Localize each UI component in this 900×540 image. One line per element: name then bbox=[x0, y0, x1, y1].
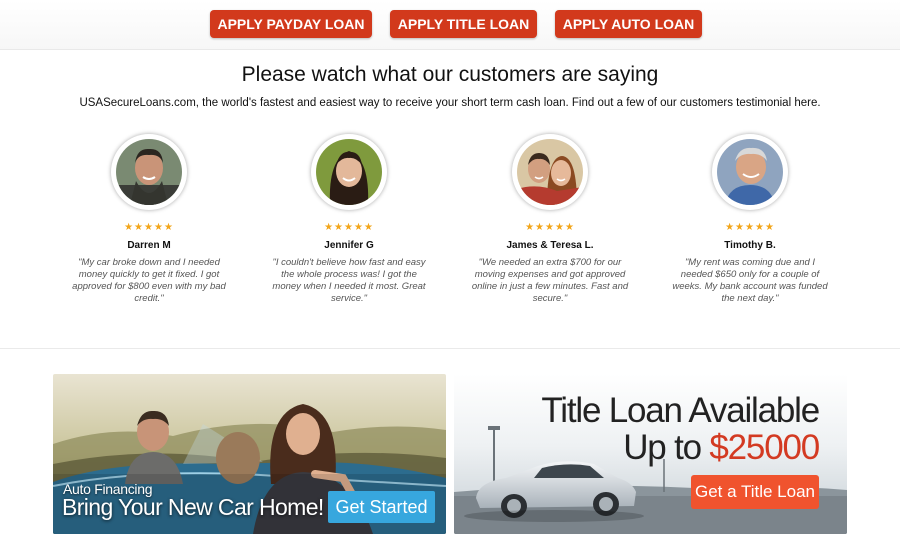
customer-name: Timothy B. bbox=[724, 240, 776, 251]
testimonial-card: ★★★★★ Darren M "My car broke down and I … bbox=[64, 134, 234, 305]
rating-stars: ★★★★★ bbox=[124, 222, 174, 233]
section-divider bbox=[0, 348, 900, 349]
customer-quote: "My rent was coming due and I needed $65… bbox=[672, 257, 828, 304]
title-loan-banner[interactable]: Title Loan Available Up to $25000 Get a … bbox=[454, 374, 847, 534]
title-loan-headline: Title Loan Available bbox=[541, 391, 820, 430]
auto-financing-headline: Bring Your New Car Home! bbox=[62, 494, 324, 520]
rating-stars: ★★★★★ bbox=[525, 222, 575, 233]
apply-title-loan-button[interactable]: APPLY TITLE LOAN bbox=[390, 10, 537, 38]
avatar-frame bbox=[311, 134, 387, 210]
get-title-loan-button[interactable]: Get a Title Loan bbox=[691, 475, 819, 509]
avatar-frame bbox=[512, 134, 588, 210]
top-action-bar: APPLY PAYDAY LOAN APPLY TITLE LOAN APPLY… bbox=[0, 0, 900, 50]
apply-auto-loan-button[interactable]: APPLY AUTO LOAN bbox=[555, 10, 702, 38]
avatar bbox=[517, 139, 583, 205]
testimonial-card: ★★★★★ Timothy B. "My rent was coming due… bbox=[665, 134, 835, 305]
auto-financing-banner[interactable]: Auto Financing Bring Your New Car Home! … bbox=[53, 374, 446, 534]
avatar bbox=[717, 139, 783, 205]
customer-name: Jennifer G bbox=[324, 240, 374, 251]
avatar bbox=[316, 139, 382, 205]
customer-quote: "My car broke down and I needed money qu… bbox=[72, 257, 226, 304]
apply-payday-loan-button[interactable]: APPLY PAYDAY LOAN bbox=[210, 10, 372, 38]
avatar-frame bbox=[111, 134, 187, 210]
testimonial-card: ★★★★★ James & Teresa L. "We needed an ex… bbox=[465, 134, 635, 305]
title-loan-prefix: Up to bbox=[623, 428, 702, 467]
rating-stars: ★★★★★ bbox=[324, 222, 374, 233]
avatar-frame bbox=[712, 134, 788, 210]
customer-name: Darren M bbox=[127, 240, 171, 251]
get-started-button[interactable]: Get Started bbox=[328, 491, 435, 523]
rating-stars: ★★★★★ bbox=[725, 222, 775, 233]
customer-quote: "I couldn't believe how fast and easy th… bbox=[272, 257, 426, 304]
title-loan-subheadline: Up to $25000 bbox=[623, 428, 820, 467]
customer-quote: "We needed an extra $700 for our moving … bbox=[471, 257, 629, 304]
title-loan-amount: $25000 bbox=[709, 428, 820, 467]
testimonials-heading: Please watch what our customers are sayi… bbox=[241, 63, 659, 86]
testimonials-subheading: USASecureLoans.com, the world's fastest … bbox=[79, 97, 821, 109]
testimonial-card: ★★★★★ Jennifer G "I couldn't believe how… bbox=[264, 134, 434, 305]
avatar bbox=[116, 139, 182, 205]
customer-name: James & Teresa L. bbox=[506, 240, 594, 251]
